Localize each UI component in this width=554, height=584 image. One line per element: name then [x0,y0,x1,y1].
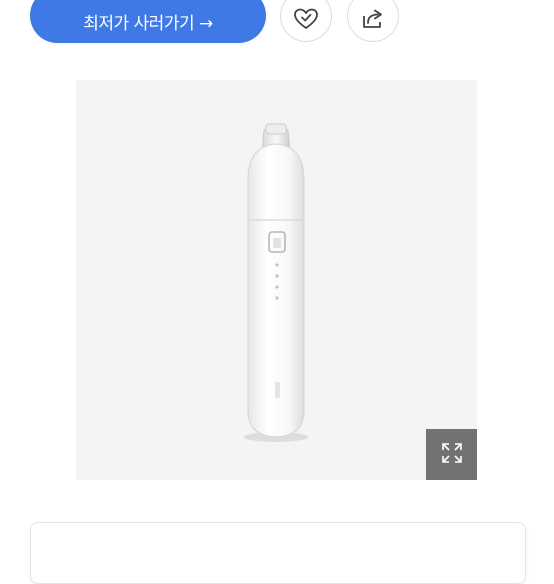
product-image[interactable] [76,80,477,480]
wishlist-button[interactable] [280,0,332,42]
expand-icon [440,441,464,469]
product-info-card [30,522,526,584]
buy-lowest-price-button[interactable]: 최저가 사러가기 → [30,0,266,43]
heart-check-icon [293,7,319,35]
blackhead-vacuum-device-image [244,123,308,442]
expand-button[interactable] [426,429,477,480]
buy-lowest-price-label: 최저가 사러가기 → [83,14,213,34]
share-button[interactable] [347,0,399,42]
share-arrow-icon [360,7,386,35]
